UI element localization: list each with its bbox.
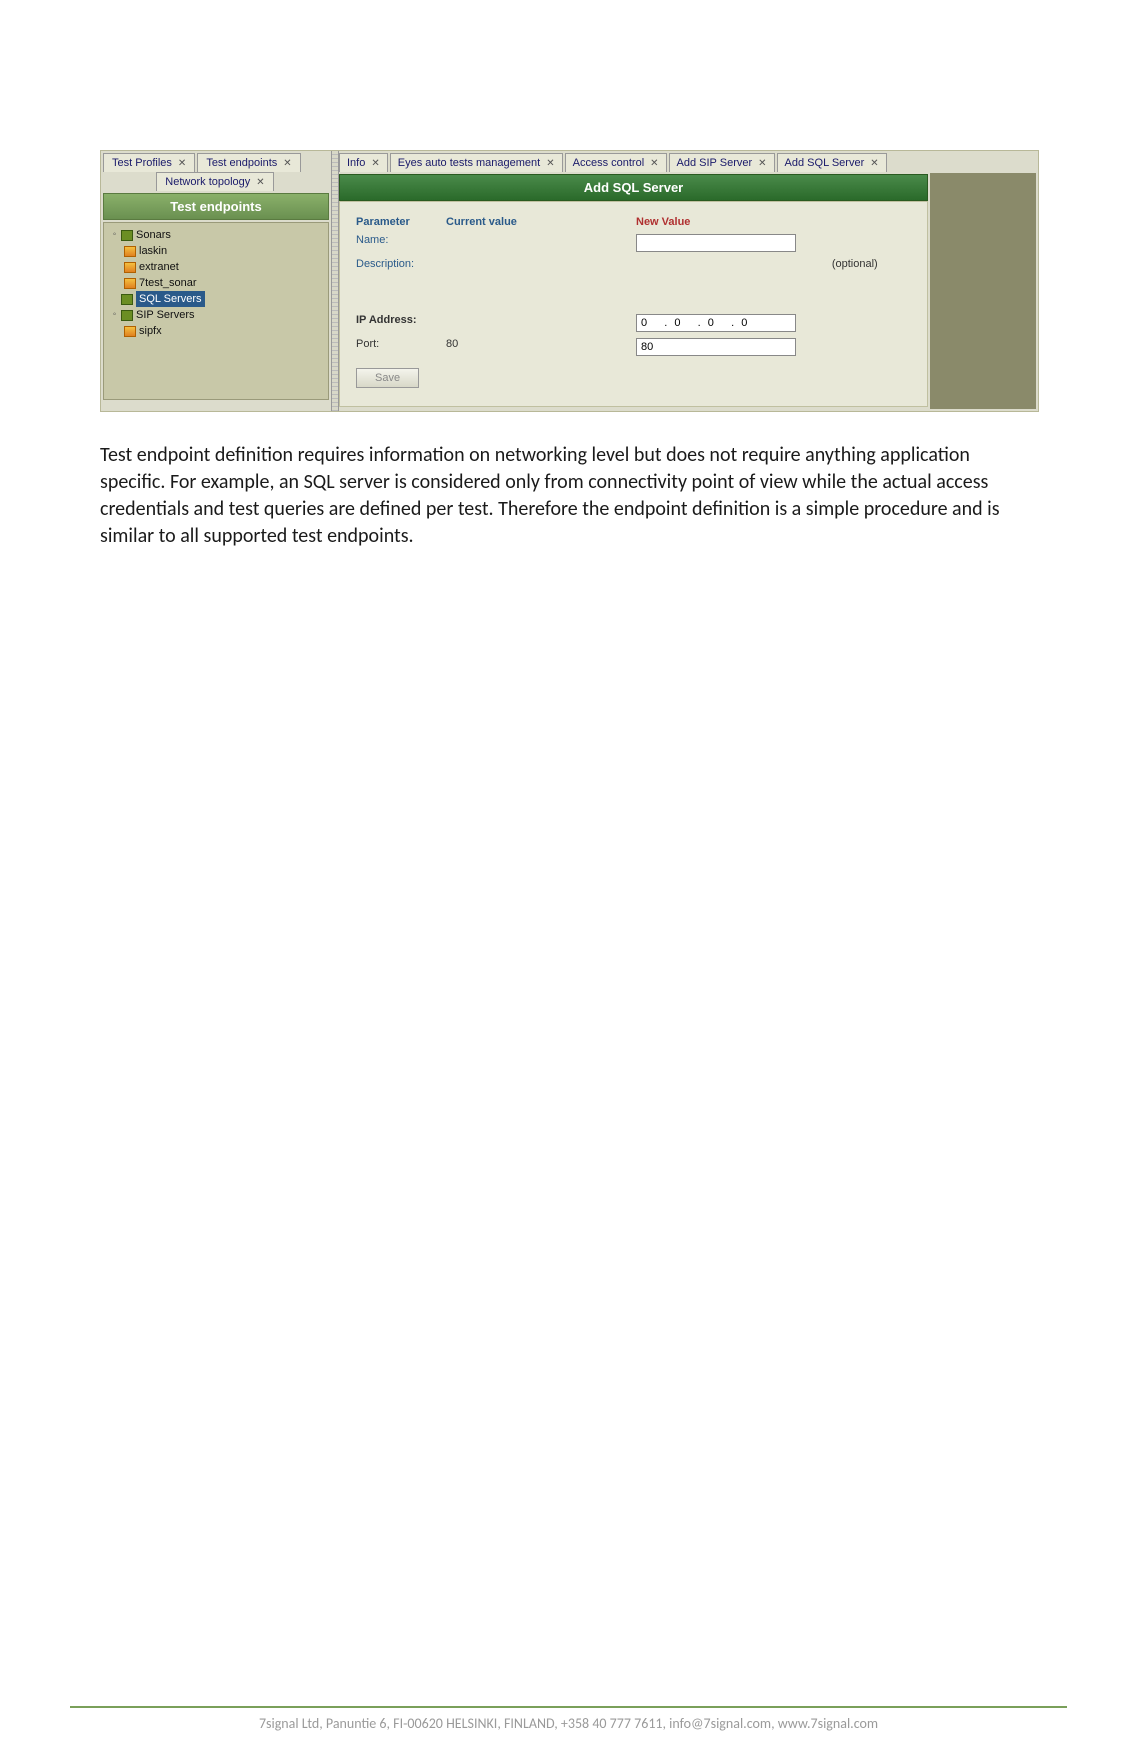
tab-test-endpoints[interactable]: Test endpoints ✕	[197, 153, 300, 172]
port-input[interactable]	[636, 338, 796, 356]
tree-row[interactable]: sipfx	[124, 323, 324, 339]
close-icon[interactable]: ✕	[178, 158, 186, 169]
tree-label: Sonars	[136, 227, 171, 243]
tab-label: Test Profiles	[112, 157, 172, 169]
right-pane: Info ✕ Eyes auto tests management ✕ Access…	[337, 151, 1038, 411]
tab-label: Add SIP Server	[677, 157, 753, 169]
left-tab-row-1: Test Profiles ✕ Test endpoints ✕	[101, 151, 331, 172]
tab-label: Network topology	[165, 176, 250, 188]
server-icon	[124, 278, 136, 289]
save-button[interactable]: Save	[356, 368, 419, 388]
tab-add-sip[interactable]: Add SIP Server ✕	[669, 153, 775, 172]
tree-row[interactable]: extranet	[124, 259, 324, 275]
form-body: Parameter Current value New Value Name: …	[339, 201, 928, 407]
close-icon[interactable]: ✕	[758, 158, 766, 169]
col-new: New Value	[566, 216, 836, 228]
tree-row[interactable]: laskin	[124, 243, 324, 259]
tab-add-sql[interactable]: Add SQL Server ✕	[777, 153, 887, 172]
col-current: Current value	[446, 216, 566, 228]
close-icon[interactable]: ✕	[283, 158, 291, 169]
label-port: Port:	[356, 338, 446, 350]
sidebar-title: Test endpoints	[103, 193, 329, 220]
folder-icon	[121, 230, 133, 241]
tree-row[interactable]: SQL Servers	[110, 291, 324, 307]
footer-divider	[70, 1706, 1067, 1708]
tree-label: sipfx	[139, 323, 162, 339]
tab-test-profiles[interactable]: Test Profiles ✕	[103, 153, 195, 172]
tree-row[interactable]: ◦ SIP Servers	[110, 307, 324, 323]
label-description: Description:	[356, 258, 445, 270]
current-port: 80	[446, 338, 566, 350]
tab-label: Access control	[573, 157, 645, 169]
server-icon	[124, 326, 136, 337]
tab-label: Info	[347, 157, 365, 169]
label-ip: IP Address:	[356, 314, 446, 326]
tree-label: SIP Servers	[136, 307, 195, 323]
tree-row[interactable]: 7test_sonar	[124, 275, 324, 291]
tree-label: extranet	[139, 259, 179, 275]
tree-label-selected: SQL Servers	[136, 291, 205, 307]
body-paragraph: Test endpoint definition requires inform…	[100, 442, 1037, 550]
expander-icon[interactable]	[110, 291, 119, 307]
close-icon[interactable]: ✕	[371, 158, 379, 169]
server-icon	[124, 262, 136, 273]
optional-hint: (optional)	[832, 258, 911, 270]
tab-label: Add SQL Server	[785, 157, 865, 169]
tree-label: 7test_sonar	[139, 275, 196, 291]
close-icon[interactable]: ✕	[546, 158, 554, 169]
ip-input[interactable]	[636, 314, 796, 332]
decorative-strip	[930, 173, 1036, 409]
tab-label: Test endpoints	[206, 157, 277, 169]
server-icon	[124, 246, 136, 257]
left-tab-row-2: Network topology ✕	[101, 172, 331, 191]
close-icon[interactable]: ✕	[650, 158, 658, 169]
left-pane: Test Profiles ✕ Test endpoints ✕ Network…	[101, 151, 331, 411]
form-title: Add SQL Server	[339, 174, 928, 201]
app-screenshot: Test Profiles ✕ Test endpoints ✕ Network…	[100, 150, 1039, 412]
label-name: Name:	[356, 234, 446, 246]
folder-icon	[121, 310, 133, 321]
tab-access-control[interactable]: Access control ✕	[565, 153, 667, 172]
expander-icon[interactable]: ◦	[110, 307, 119, 323]
tree-row[interactable]: ◦ Sonars	[110, 227, 324, 243]
name-input[interactable]	[636, 234, 796, 252]
tab-network-topology[interactable]: Network topology ✕	[156, 172, 273, 191]
tab-label: Eyes auto tests management	[398, 157, 540, 169]
footer-text: 7signal Ltd, Panuntie 6, FI-00620 HELSIN…	[70, 1715, 1067, 1732]
folder-icon	[121, 294, 133, 305]
col-parameter: Parameter	[356, 216, 446, 228]
tab-info[interactable]: Info ✕	[339, 153, 388, 172]
close-icon[interactable]: ✕	[870, 158, 878, 169]
expander-icon[interactable]: ◦	[110, 227, 119, 243]
right-tab-row: Info ✕ Eyes auto tests management ✕ Access…	[337, 151, 1038, 172]
tree-label: laskin	[139, 243, 167, 259]
close-icon[interactable]: ✕	[256, 177, 264, 188]
tab-eyes-auto[interactable]: Eyes auto tests management ✕	[390, 153, 563, 172]
tree-view[interactable]: ◦ Sonars laskin extranet 7test_sonar SQL…	[103, 222, 329, 400]
